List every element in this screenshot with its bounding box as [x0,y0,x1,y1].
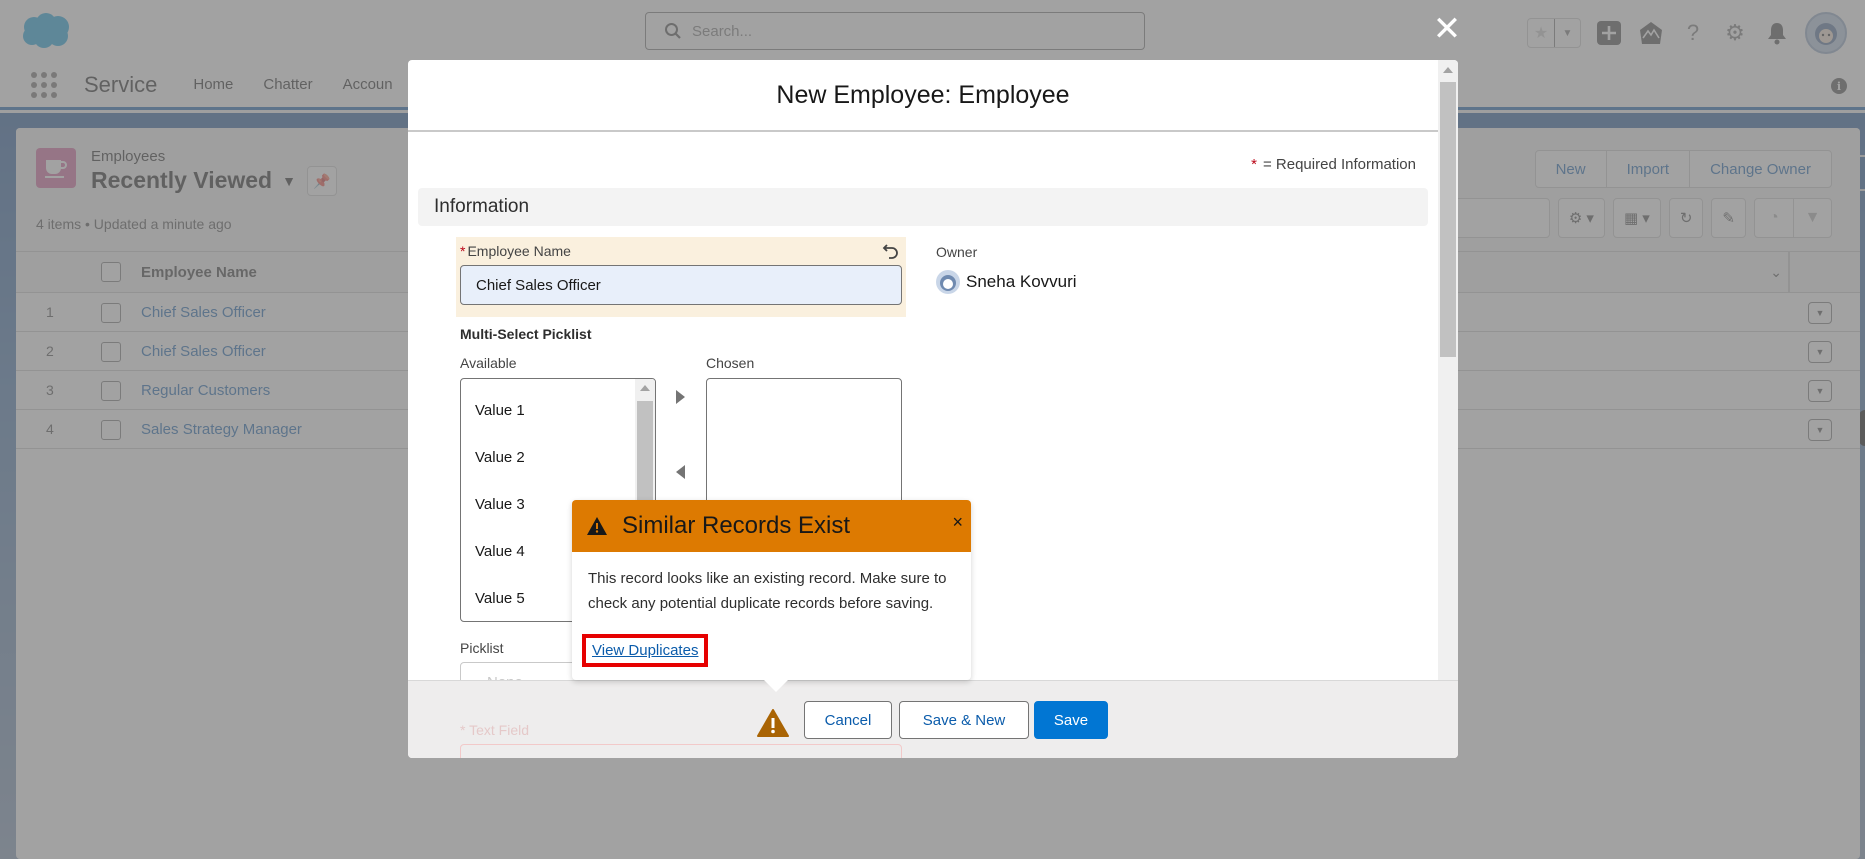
save-and-new-button[interactable]: Save & New [899,701,1029,739]
duplicate-warning-icon[interactable] [756,708,790,738]
modal-close-icon[interactable]: ✕ [1432,12,1462,46]
new-employee-modal: New Employee: Employee * = Required Infor… [408,60,1458,758]
scroll-up-arrow-icon[interactable] [1443,67,1453,73]
chosen-label: Chosen [706,355,755,371]
available-label: Available [460,355,517,371]
similar-records-popover: Similar Records Exist × This record look… [572,500,971,692]
section-header-information[interactable]: Information [418,188,1428,226]
modal-header: New Employee: Employee [408,60,1438,132]
text-field-label: * Text Field [460,722,530,738]
cancel-button[interactable]: Cancel [804,701,892,739]
popover-header: Similar Records Exist × [572,500,971,552]
employee-name-label: * Employee Name [460,243,571,259]
save-button[interactable]: Save [1034,701,1108,739]
move-to-chosen-arrow-icon[interactable] [676,390,685,404]
move-to-available-arrow-icon[interactable] [676,465,685,479]
required-star: * [1251,156,1257,173]
multi-select-picklist-title: Multi-Select Picklist [460,326,592,342]
popover-pointer [762,678,790,692]
employee-name-input[interactable]: Chief Sales Officer [460,265,902,305]
required-info-text: = Required Information [1262,156,1416,173]
scroll-up-arrow-icon[interactable] [640,385,650,391]
available-option[interactable]: Value 2 [461,434,655,481]
view-duplicates-link[interactable]: View Duplicates [582,634,709,667]
scrollbar-thumb[interactable] [1440,82,1456,357]
close-icon[interactable]: × [952,512,963,533]
employee-name-field: * Employee Name Chief Sales Officer [456,237,906,317]
required-information-legend: * = Required Information [1251,156,1416,173]
owner-avatar [936,270,960,294]
undo-icon[interactable] [882,241,900,259]
popover-title: Similar Records Exist [622,512,851,539]
text-field-input[interactable] [460,744,902,758]
warning-icon [587,517,607,535]
picklist-label: Picklist [460,640,504,656]
required-star: * [460,243,466,259]
modal-scrollbar[interactable] [1438,60,1458,680]
available-option[interactable]: Value 1 [461,387,655,434]
modal-title: New Employee: Employee [776,80,1070,109]
owner-label: Owner [936,244,978,260]
owner-value: Sneha Kovvuri [936,270,1077,294]
owner-name: Sneha Kovvuri [966,272,1077,291]
